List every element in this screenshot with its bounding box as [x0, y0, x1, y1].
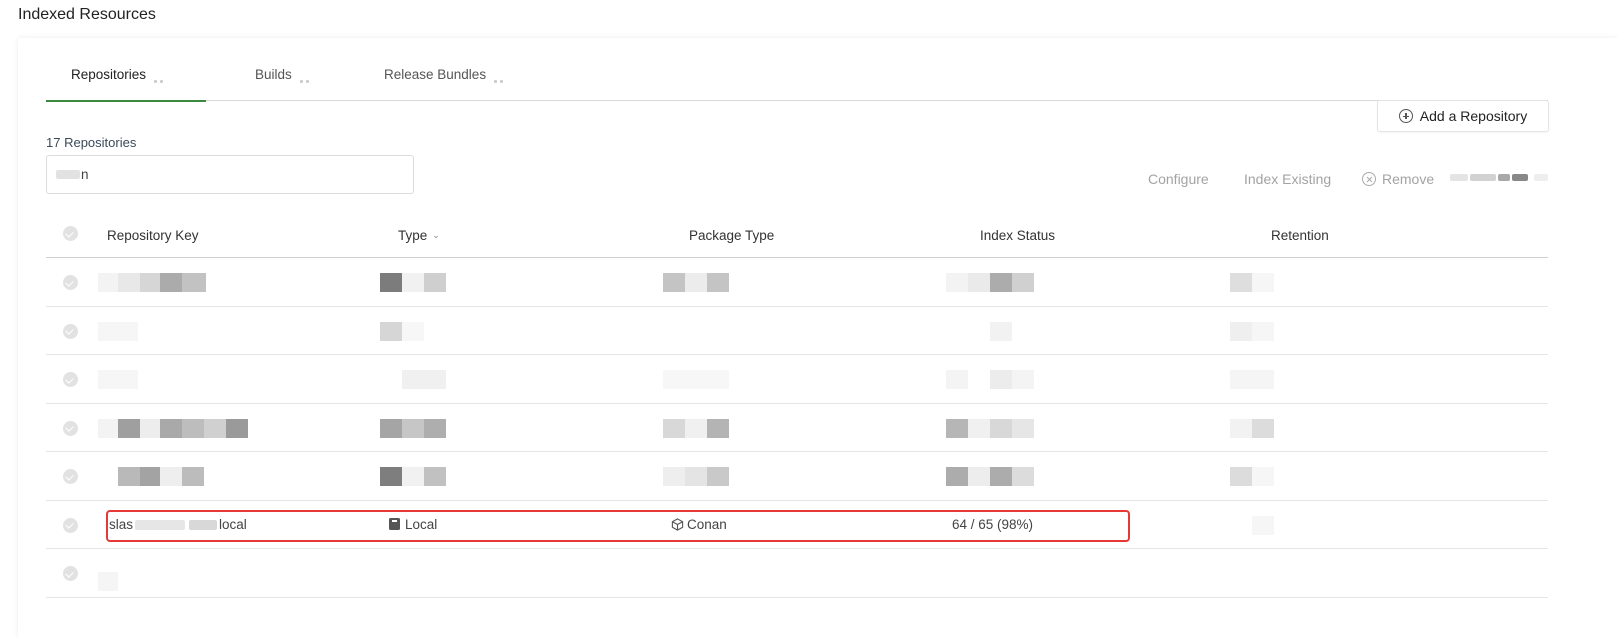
- table-row[interactable]: [46, 258, 1548, 307]
- table-row[interactable]: [46, 404, 1548, 452]
- resource-tabs: Repositories Builds Release Bundles: [46, 64, 1548, 102]
- tab-release-bundles-label: Release Bundles: [384, 67, 487, 82]
- header-repository-key[interactable]: Repository Key: [107, 228, 199, 243]
- row-checkbox[interactable]: [63, 517, 78, 533]
- page-title: Indexed Resources: [18, 6, 156, 23]
- header-package-type[interactable]: Package Type: [689, 228, 774, 243]
- tab-repositories-label: Repositories: [71, 67, 147, 82]
- header-index-status[interactable]: Index Status: [980, 228, 1055, 243]
- repositories-table: Repository Key Type ⌄ Package Type Index …: [46, 214, 1548, 598]
- header-retention[interactable]: Retention: [1271, 228, 1329, 243]
- tab-release-bundles[interactable]: Release Bundles: [384, 64, 524, 101]
- select-all-checkbox[interactable]: [63, 226, 78, 241]
- type-label: Local: [405, 516, 438, 532]
- table-row[interactable]: [46, 452, 1548, 501]
- tab-repositories[interactable]: Repositories: [46, 64, 206, 102]
- configure-button[interactable]: Configure: [1148, 171, 1209, 187]
- repository-key-end: local: [219, 516, 247, 532]
- table-row-highlighted[interactable]: slas local Local Conan 64 / 65 (98%): [46, 501, 1548, 549]
- add-repository-button[interactable]: Add a Repository: [1377, 100, 1549, 132]
- package-type-cell: Conan: [671, 517, 727, 532]
- row-checkbox[interactable]: [63, 275, 78, 290]
- header-type[interactable]: Type ⌄: [398, 228, 440, 243]
- more-actions-redacted[interactable]: [1450, 171, 1550, 183]
- index-status-cell: 64 / 65 (98%): [952, 516, 1034, 532]
- repository-key-cell[interactable]: slas local: [109, 517, 247, 532]
- indexed-resources-card: Repositories Builds Release Bundles Add …: [18, 38, 1618, 638]
- header-type-label: Type: [398, 228, 428, 243]
- add-repository-label: Add a Repository: [1419, 108, 1528, 124]
- row-checkbox[interactable]: [63, 566, 78, 581]
- remove-label: Remove: [1382, 171, 1435, 187]
- table-header: Repository Key Type ⌄ Package Type Index …: [46, 214, 1548, 258]
- cube-icon: [671, 517, 684, 531]
- local-repo-icon: [389, 517, 400, 530]
- tab-builds-label: Builds: [255, 67, 292, 82]
- repository-count: 17 Repositories: [46, 135, 137, 150]
- row-checkbox[interactable]: [63, 323, 78, 339]
- row-checkbox[interactable]: [63, 469, 78, 484]
- remove-button[interactable]: Remove: [1362, 171, 1434, 187]
- plus-circle-icon: [1398, 109, 1413, 123]
- repository-key-start: slas: [109, 516, 134, 532]
- row-checkbox[interactable]: [63, 420, 78, 436]
- package-type-label: Conan: [687, 516, 727, 532]
- chevron-down-icon: ⌄: [432, 230, 440, 240]
- x-circle-icon: [1362, 172, 1376, 186]
- table-row[interactable]: [46, 549, 1548, 598]
- row-checkbox[interactable]: [63, 372, 78, 387]
- table-row[interactable]: [46, 307, 1548, 355]
- index-existing-button[interactable]: Index Existing: [1244, 171, 1331, 187]
- search-input[interactable]: [46, 155, 414, 194]
- tab-builds[interactable]: Builds: [255, 64, 335, 101]
- table-row[interactable]: [46, 355, 1548, 404]
- type-cell: Local: [389, 517, 437, 532]
- search-redacted: [56, 170, 80, 179]
